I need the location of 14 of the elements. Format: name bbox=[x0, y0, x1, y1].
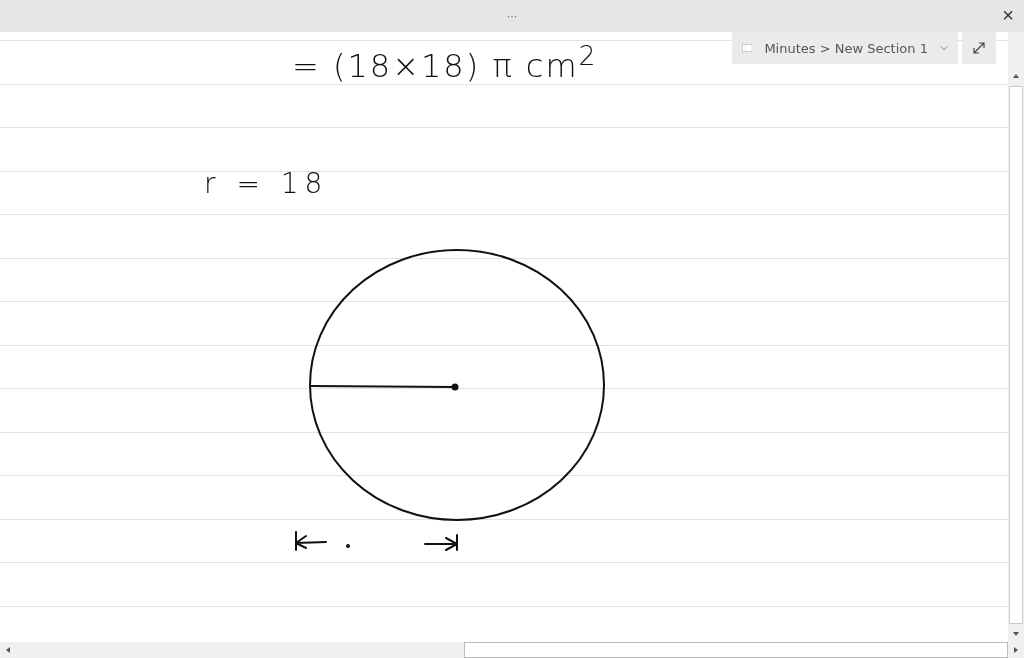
horizontal-scrollbar[interactable] bbox=[0, 642, 1024, 658]
scroll-thumb[interactable] bbox=[1009, 86, 1023, 624]
breadcrumb-text: Minutes > New Section 1 bbox=[764, 40, 928, 56]
expand-button[interactable] bbox=[962, 32, 996, 64]
breadcrumb-bar[interactable]: Minutes > New Section 1 bbox=[732, 32, 958, 64]
close-button[interactable]: × bbox=[998, 4, 1018, 26]
more-button[interactable]: ··· bbox=[506, 9, 518, 23]
notebook-icon bbox=[742, 41, 753, 55]
handwritten-equation: = (18×18) π cm$^{2}$ bbox=[292, 40, 598, 85]
expand-icon bbox=[972, 41, 986, 55]
handwritten-equation: r = 18 bbox=[204, 167, 329, 200]
scroll-thumb[interactable] bbox=[464, 642, 1008, 658]
vertical-scrollbar[interactable] bbox=[1008, 32, 1024, 642]
chevron-down-icon[interactable] bbox=[939, 43, 948, 53]
